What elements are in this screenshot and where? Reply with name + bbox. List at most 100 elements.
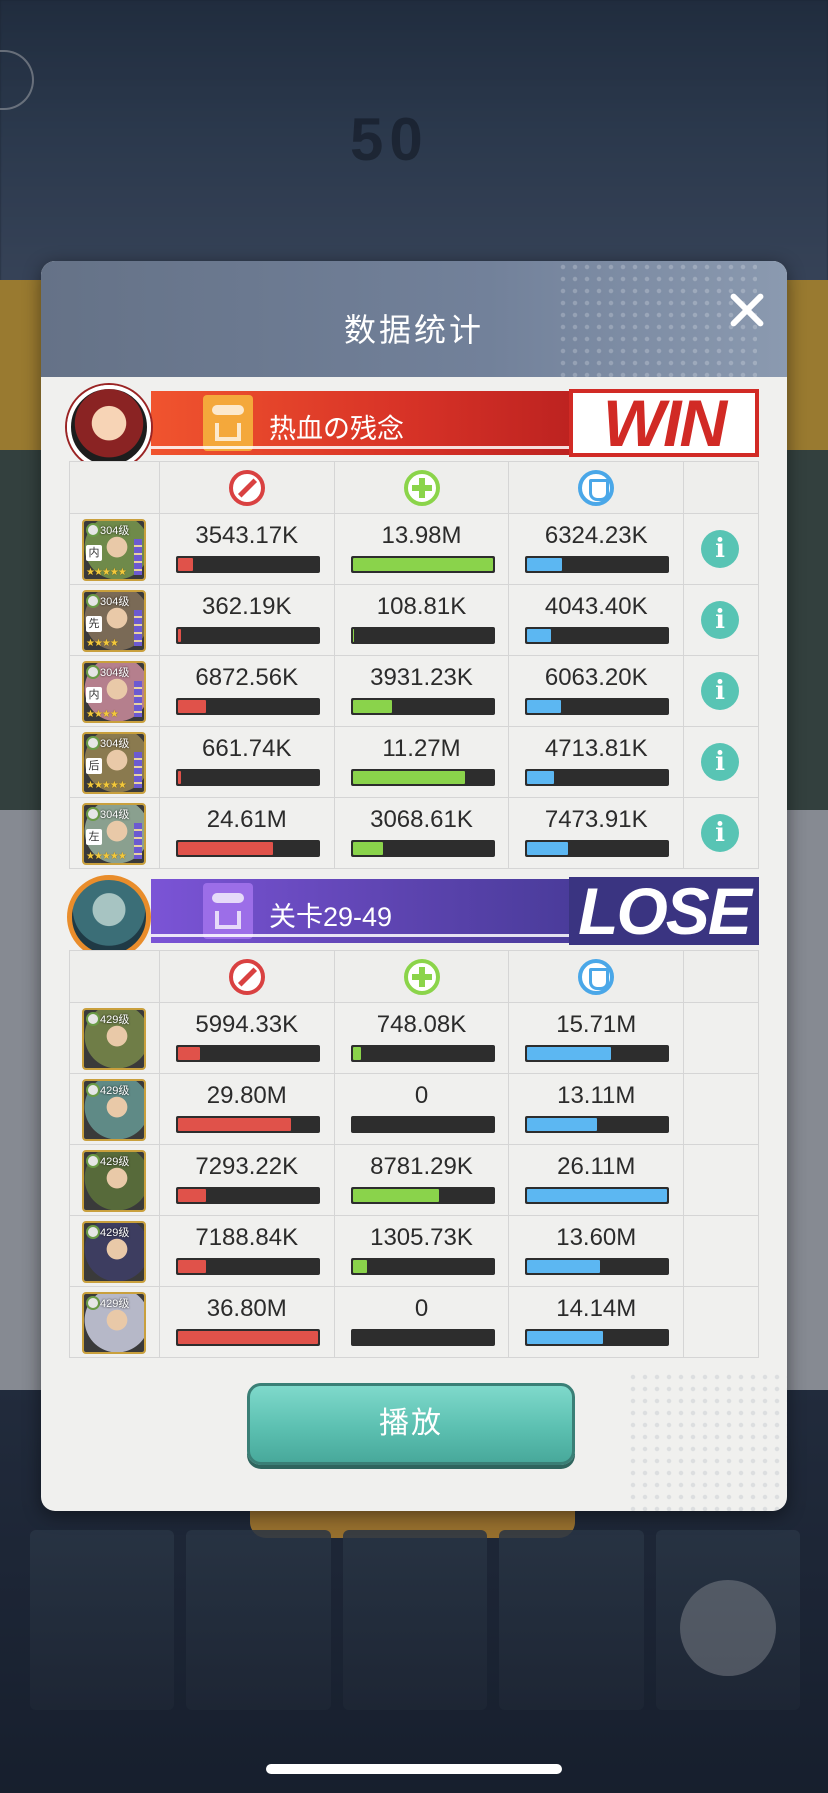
team-avatar (67, 875, 151, 959)
taken-value: 4043.40K (544, 593, 648, 620)
taken-cell: 6324.23K (509, 514, 685, 585)
hero-level: 304级 (100, 738, 130, 750)
damage-value: 3543.17K (195, 522, 299, 549)
element-icon (86, 1296, 100, 1310)
element-icon (86, 1083, 100, 1097)
info-icon[interactable]: i (701, 814, 740, 852)
hero-cell: 304级先 ★★★★ (70, 585, 160, 656)
header-cell (159, 462, 335, 514)
taken-value: 13.60M (556, 1224, 637, 1251)
rank-bar (134, 752, 142, 788)
shield-icon (578, 470, 615, 506)
heal-cross-icon (403, 959, 440, 995)
home-indicator[interactable] (266, 1764, 562, 1774)
damage-bar-fill (177, 1260, 206, 1273)
info-icon[interactable]: i (701, 672, 740, 710)
heal-bar (350, 1187, 495, 1204)
heal-value: 0 (414, 1295, 429, 1322)
table-row: 304级左 ★★★★★ 24.61M 3068.61K 7473.91K i (70, 798, 760, 869)
damage-bar (175, 698, 320, 715)
hero-cell: 429级 (70, 1074, 160, 1145)
header-cell (509, 951, 685, 1003)
damage-cell: 6872.56K (159, 656, 335, 727)
team-banner-lose: 关卡29-49 (151, 879, 607, 943)
heal-bar (350, 627, 495, 644)
damage-cell: 29.80M (159, 1074, 335, 1145)
taken-bar-fill (527, 842, 568, 855)
close-icon[interactable] (723, 285, 771, 333)
header-cell (70, 951, 160, 1003)
hero-level: 429级 (100, 1156, 130, 1168)
heal-bar (350, 1045, 495, 1062)
heal-bar (350, 1329, 495, 1346)
header-cell (684, 462, 760, 514)
taken-cell: 13.60M (509, 1216, 685, 1287)
heal-cell: 1305.73K (334, 1216, 510, 1287)
hero-level: 429级 (100, 1085, 130, 1097)
hero-portrait[interactable]: 304级先 ★★★★ (82, 590, 146, 652)
modal-title: 数据统计 (343, 312, 484, 348)
play-button[interactable]: 播放 (247, 1383, 575, 1465)
star-rating: ★★★★★ (86, 780, 127, 791)
taken-bar-fill (527, 558, 563, 571)
damage-bar (175, 769, 320, 786)
hero-portrait[interactable]: 304级内 ★★★★ (82, 661, 146, 723)
heal-bar-fill (352, 1047, 362, 1060)
hero-level: 304级 (100, 667, 130, 679)
taken-value: 7473.91K (544, 806, 648, 833)
damage-bar (175, 1116, 320, 1133)
info-cell: i (684, 514, 760, 585)
hero-portrait[interactable]: 429级 (82, 1292, 146, 1354)
hero-portrait[interactable]: 304级后 ★★★★★ (82, 732, 146, 794)
element-icon (86, 594, 100, 608)
table-row: 429级 7293.22K 8781.29K 26.11M (70, 1145, 760, 1216)
table-row: 429级 36.80M 0 14.14M (70, 1287, 760, 1358)
damage-bar-fill (177, 700, 206, 713)
heal-cell: 8781.29K (334, 1145, 510, 1216)
table-row: 304级先 ★★★★ 362.19K 108.81K 4043.40K i (70, 585, 760, 656)
hero-portrait[interactable]: 429级 (82, 1150, 146, 1212)
hero-cell: 304级内 ★★★★ (70, 656, 160, 727)
hero-level: 304级 (100, 809, 130, 821)
info-icon[interactable]: i (701, 601, 740, 639)
heal-bar-fill (352, 558, 493, 571)
modal-header: 数据统计 (41, 261, 787, 377)
star-rating: ★★★★ (86, 709, 119, 720)
rank-bar (134, 539, 142, 575)
team-flag-icon (203, 883, 253, 939)
taken-bar-fill (527, 700, 561, 713)
damage-bar-fill (177, 1047, 201, 1060)
hero-portrait[interactable]: 429级 (82, 1008, 146, 1070)
hero-portrait[interactable]: 304级左 ★★★★★ (82, 803, 146, 865)
taken-value: 13.11M (557, 1082, 636, 1109)
taken-bar (525, 1258, 670, 1275)
info-icon[interactable]: i (701, 743, 740, 781)
hero-portrait[interactable]: 429级 (82, 1079, 146, 1141)
hero-level: 429级 (100, 1014, 130, 1026)
heal-bar (350, 698, 495, 715)
team-banner-win: 热血の残念 (151, 391, 607, 455)
taken-bar (525, 627, 670, 644)
taken-cell: 14.14M (509, 1287, 685, 1358)
element-icon (86, 665, 100, 679)
info-cell (684, 1074, 760, 1145)
hero-cell: 429级 (70, 1287, 160, 1358)
taken-bar (525, 1329, 670, 1346)
element-icon (86, 1154, 100, 1168)
info-icon[interactable]: i (701, 530, 740, 568)
heal-value: 748.08K (376, 1011, 467, 1038)
damage-value: 29.80M (206, 1082, 287, 1109)
sword-icon (228, 470, 265, 506)
damage-cell: 362.19K (159, 585, 335, 656)
hero-portrait[interactable]: 304级内 ★★★★★ (82, 519, 146, 581)
damage-bar (175, 1045, 320, 1062)
taken-cell: 26.11M (509, 1145, 685, 1216)
heal-value: 13.98M (381, 522, 462, 549)
heal-value: 8781.29K (370, 1153, 473, 1180)
hero-position: 先 (86, 616, 102, 632)
damage-value: 24.61M (206, 806, 287, 833)
hero-portrait[interactable]: 429级 (82, 1221, 146, 1283)
heal-bar (350, 840, 495, 857)
taken-cell: 6063.20K (509, 656, 685, 727)
element-icon (86, 1012, 100, 1026)
